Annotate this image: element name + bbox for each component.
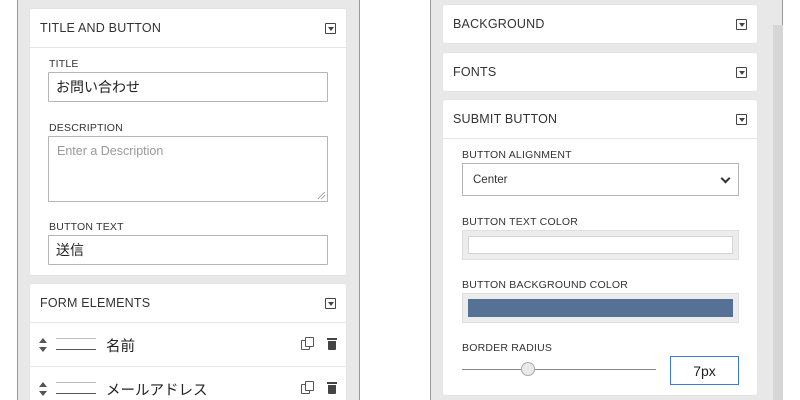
divider (443, 138, 757, 139)
background-heading: BACKGROUND (453, 17, 545, 31)
title-input[interactable]: お問い合わせ (48, 72, 328, 102)
collapse-toggle-icon[interactable] (325, 297, 336, 309)
drag-handle-icon[interactable] (38, 338, 48, 352)
right-panel: BACKGROUND FONTS SUBMIT BUTTON BUTTON AL… (430, 0, 783, 400)
border-radius-value: 7px (693, 362, 716, 379)
collapse-toggle-icon[interactable] (736, 113, 747, 125)
resize-grip-icon[interactable] (318, 192, 325, 199)
trash-icon[interactable] (327, 338, 337, 350)
fonts-heading: FONTS (453, 65, 497, 79)
description-placeholder: Enter a Description (57, 144, 164, 158)
form-element-label: 名前 (106, 339, 135, 355)
form-element-label: メールアドレス (106, 383, 208, 399)
form-elements-header[interactable]: FORM ELEMENTS (30, 284, 346, 322)
description-label: DESCRIPTION (49, 122, 123, 134)
button-background-color-label: BUTTON BACKGROUND COLOR (462, 279, 629, 291)
copy-icon[interactable] (301, 337, 314, 350)
form-elements-heading: FORM ELEMENTS (40, 296, 151, 310)
scrollbar[interactable] (773, 25, 783, 400)
title-label: TITLE (49, 58, 79, 70)
description-textarea[interactable]: Enter a Description (48, 136, 328, 202)
submit-button-card: SUBMIT BUTTON BUTTON ALIGNMENT Center BU… (443, 100, 757, 395)
divider (30, 47, 346, 48)
left-panel: TITLE AND BUTTON TITLE お問い合わせ DESCRIPTIO… (17, 0, 360, 400)
button-background-color-picker[interactable] (462, 293, 739, 323)
drag-handle-icon[interactable] (38, 382, 48, 396)
border-radius-slider-track[interactable] (462, 369, 656, 370)
title-and-button-heading: TITLE AND BUTTON (40, 21, 162, 35)
button-alignment-value: Center (473, 173, 508, 186)
form-element-row[interactable]: メールアドレス (30, 367, 346, 400)
background-card: BACKGROUND (443, 5, 757, 43)
submit-button-header[interactable]: SUBMIT BUTTON (443, 100, 757, 138)
button-text-input-value: 送信 (56, 242, 84, 258)
collapse-toggle-icon[interactable] (325, 22, 336, 34)
button-text-color-label: BUTTON TEXT COLOR (462, 216, 579, 228)
expand-toggle-icon[interactable] (736, 66, 747, 78)
button-alignment-label: BUTTON ALIGNMENT (462, 149, 572, 161)
email-field-icon (56, 382, 96, 394)
fonts-header[interactable]: FONTS (443, 53, 757, 91)
title-and-button-header[interactable]: TITLE AND BUTTON (30, 9, 346, 47)
button-text-input[interactable]: 送信 (48, 235, 328, 265)
text-field-icon (56, 338, 96, 350)
trash-icon[interactable] (327, 382, 337, 394)
button-background-color-swatch (468, 299, 733, 317)
title-input-value: お問い合わせ (56, 79, 140, 95)
button-text-color-picker[interactable] (462, 230, 739, 260)
copy-icon[interactable] (301, 381, 314, 394)
submit-button-heading: SUBMIT BUTTON (453, 112, 558, 126)
expand-toggle-icon[interactable] (736, 18, 747, 30)
background-header[interactable]: BACKGROUND (443, 5, 757, 43)
chevron-down-icon (720, 173, 731, 184)
button-alignment-select[interactable]: Center (462, 163, 739, 196)
form-elements-card: FORM ELEMENTS 名前 メールアドレス (30, 284, 346, 400)
title-and-button-card: TITLE AND BUTTON TITLE お問い合わせ DESCRIPTIO… (30, 9, 346, 275)
border-radius-label: BORDER RADIUS (462, 342, 553, 354)
border-radius-input[interactable]: 7px (670, 356, 739, 385)
button-text-label: BUTTON TEXT (49, 221, 124, 233)
fonts-card: FONTS (443, 53, 757, 91)
border-radius-slider-thumb[interactable] (520, 362, 535, 376)
form-element-row[interactable]: 名前 (30, 323, 346, 367)
button-text-color-swatch (468, 236, 733, 254)
